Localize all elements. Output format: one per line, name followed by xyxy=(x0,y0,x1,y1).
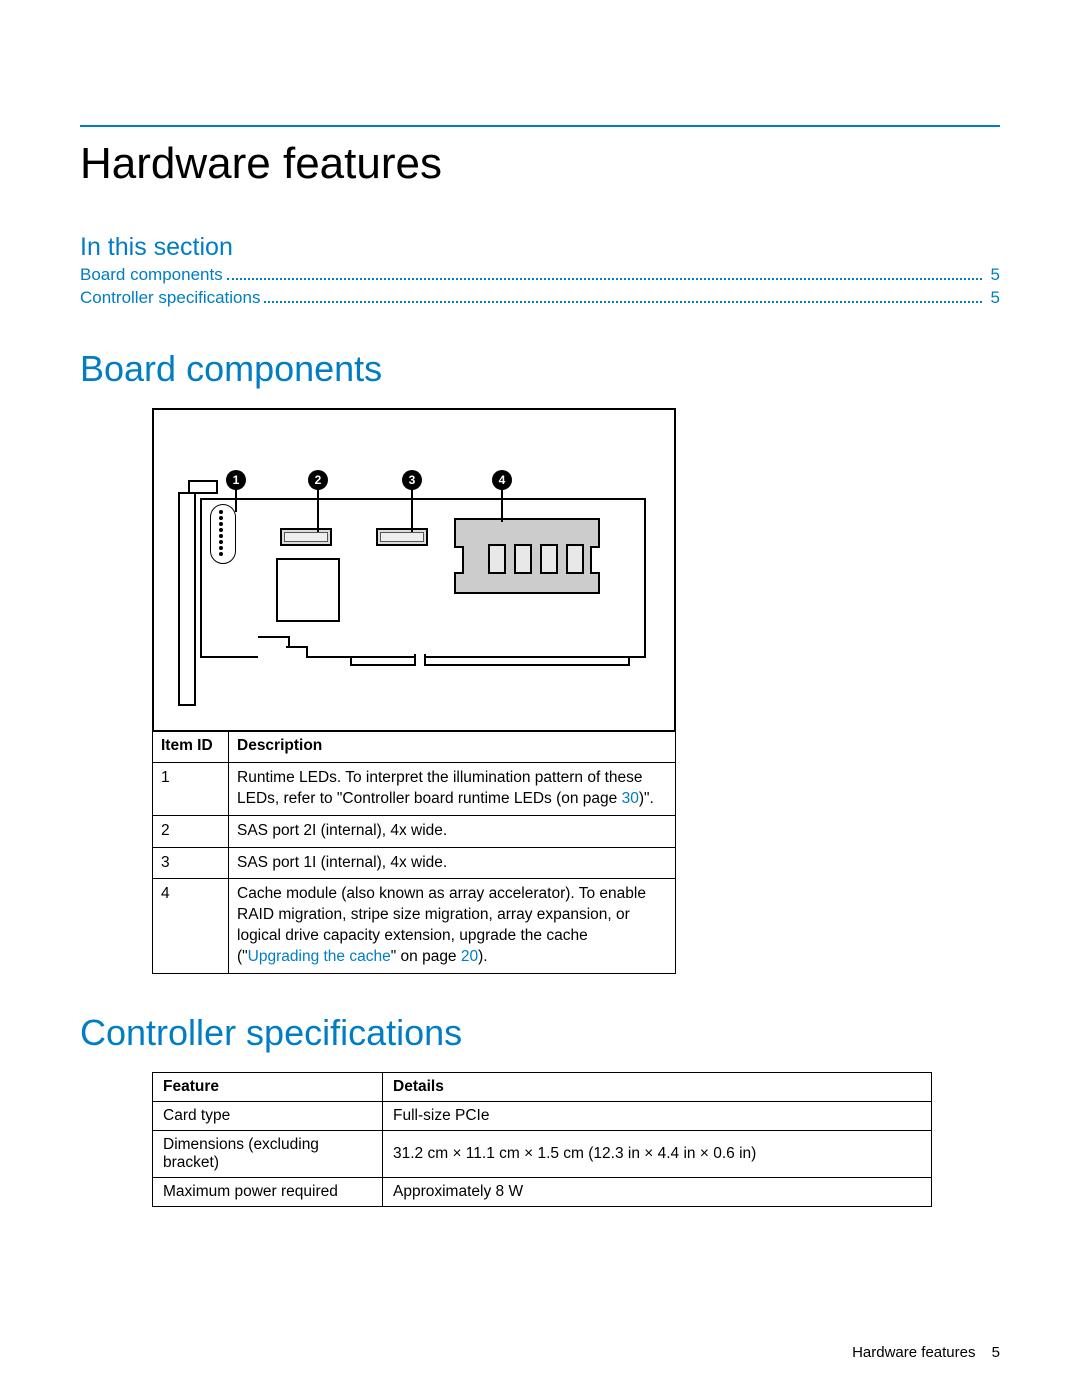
table-row: Dimensions (excluding bracket) 31.2 cm ×… xyxy=(153,1131,932,1178)
toc-page: 5 xyxy=(986,287,1000,310)
cell-id: 2 xyxy=(153,815,229,847)
footer-section-label: Hardware features xyxy=(852,1344,975,1361)
footer-page-number: 5 xyxy=(992,1344,1000,1361)
th-feature: Feature xyxy=(153,1073,383,1102)
cell-feature: Dimensions (excluding bracket) xyxy=(153,1131,383,1178)
callout-badge-3: 3 xyxy=(402,470,422,490)
cell-feature: Maximum power required xyxy=(153,1178,383,1207)
link-runtime-leds-page[interactable]: 30 xyxy=(622,790,639,807)
cell-details: Full-size PCIe xyxy=(383,1102,932,1131)
callout-badge-1: 1 xyxy=(226,470,246,490)
pci-bracket-tab-icon xyxy=(188,480,218,494)
controller-specs-table: Feature Details Card type Full-size PCIe… xyxy=(152,1072,932,1207)
header-rule xyxy=(80,125,1000,127)
pcb-notch-icon xyxy=(286,646,308,658)
cell-id: 3 xyxy=(153,847,229,879)
board-diagram: 1 2 3 4 xyxy=(152,408,676,732)
callout-badge-4: 4 xyxy=(492,470,512,490)
board-diagram-container: 1 2 3 4 Item ID Description 1 Runtime LE… xyxy=(152,408,676,974)
led-dots-icon xyxy=(219,510,223,556)
toc-leader xyxy=(264,288,982,303)
cell-desc: Cache module (also known as array accele… xyxy=(229,879,676,974)
table-row: 4 Cache module (also known as array acce… xyxy=(153,879,676,974)
section-heading-specs: Controller specifications xyxy=(80,1012,1000,1054)
table-row: 1 Runtime LEDs. To interpret the illumin… xyxy=(153,762,676,815)
board-components-table: Item ID Description 1 Runtime LEDs. To i… xyxy=(152,730,676,974)
toc-row: Controller specifications 5 xyxy=(80,287,1000,310)
led-module-icon xyxy=(210,504,236,564)
table-header-row: Item ID Description xyxy=(153,730,676,762)
page-footer: Hardware features 5 xyxy=(852,1344,1000,1361)
callout-leadline-icon xyxy=(317,490,319,532)
table-row: 2 SAS port 2I (internal), 4x wide. xyxy=(153,815,676,847)
link-upgrading-cache[interactable]: Upgrading the cache xyxy=(248,948,391,965)
cache-module-icon xyxy=(454,518,600,594)
table-row: Card type Full-size PCIe xyxy=(153,1102,932,1131)
table-row: 3 SAS port 1I (internal), 4x wide. xyxy=(153,847,676,879)
cell-desc: Runtime LEDs. To interpret the illuminat… xyxy=(229,762,676,815)
table-row: Maximum power required Approximately 8 W xyxy=(153,1178,932,1207)
th-details: Details xyxy=(383,1073,932,1102)
cell-feature: Card type xyxy=(153,1102,383,1131)
callout-leadline-icon xyxy=(235,490,237,512)
section-heading-board: Board components xyxy=(80,348,1000,390)
edge-connector-gap-icon xyxy=(414,654,426,666)
callout-leadline-icon xyxy=(411,490,413,532)
link-upgrading-cache-page[interactable]: 20 xyxy=(461,948,478,965)
toc-leader xyxy=(227,265,982,280)
cell-details: 31.2 cm × 11.1 cm × 1.5 cm (12.3 in × 4.… xyxy=(383,1131,932,1178)
toc-link-controller-specs[interactable]: Controller specifications xyxy=(80,287,260,310)
cell-id: 4 xyxy=(153,879,229,974)
callout-leadline-icon xyxy=(501,490,503,522)
chip-icon xyxy=(276,558,340,622)
pci-bracket-icon xyxy=(178,492,196,706)
cell-details: Approximately 8 W xyxy=(383,1178,932,1207)
toc-link-board-components[interactable]: Board components xyxy=(80,264,223,287)
cell-desc: SAS port 2I (internal), 4x wide. xyxy=(229,815,676,847)
toc-row: Board components 5 xyxy=(80,264,1000,287)
cell-id: 1 xyxy=(153,762,229,815)
table-header-row: Feature Details xyxy=(153,1073,932,1102)
th-item-id: Item ID xyxy=(153,730,229,762)
th-description: Description xyxy=(229,730,676,762)
sas-port-2-icon xyxy=(280,528,332,546)
sas-port-1-icon xyxy=(376,528,428,546)
page-title: Hardware features xyxy=(80,139,1000,189)
cell-desc: SAS port 1I (internal), 4x wide. xyxy=(229,847,676,879)
callout-badge-2: 2 xyxy=(308,470,328,490)
toc-page: 5 xyxy=(986,264,1000,287)
in-this-section-heading: In this section xyxy=(80,233,1000,262)
edge-connector-icon xyxy=(350,656,630,666)
